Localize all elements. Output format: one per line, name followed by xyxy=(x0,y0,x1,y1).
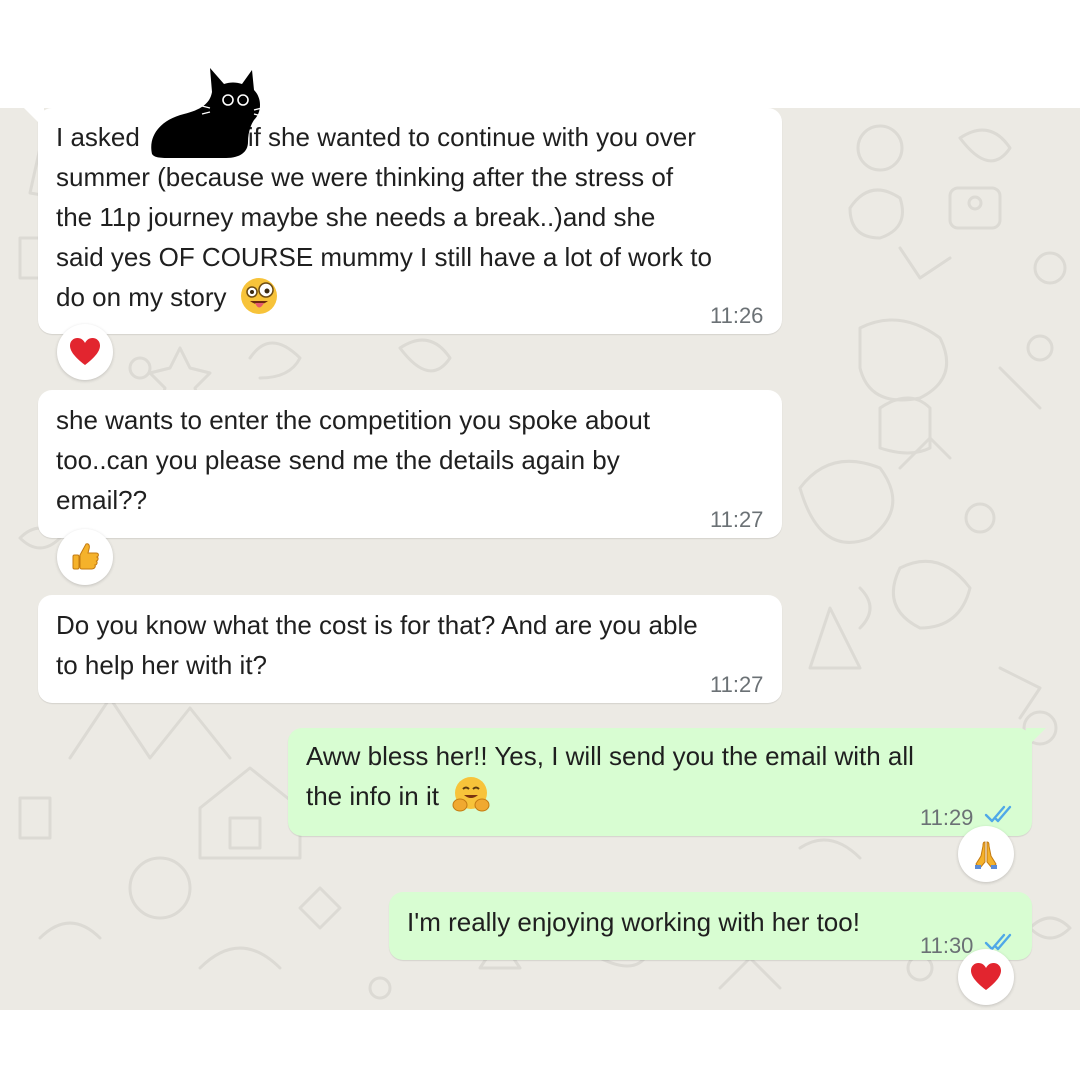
read-double-check-icon xyxy=(984,805,1012,823)
message-time: 11:26 xyxy=(710,303,764,328)
incoming-message-bubble[interactable]: Do you know what the cost is for that? A… xyxy=(38,595,782,703)
message-line: I asked xyxy=(56,122,140,152)
message-line: the 11p journey maybe she needs a break.… xyxy=(56,202,656,232)
message-line: do on my story xyxy=(56,282,227,312)
message-text: she wants to enter the competition you s… xyxy=(56,400,650,520)
message-time: 11:27 xyxy=(710,672,764,697)
zany-face-icon xyxy=(240,278,277,314)
bubble-tail xyxy=(1026,728,1046,748)
message-line: said yes OF COURSE mummy I still have a … xyxy=(56,242,712,272)
incoming-message-bubble[interactable]: she wants to enter the competition you s… xyxy=(38,390,782,538)
red-heart-icon xyxy=(971,963,1001,990)
message-text: Aww bless her!! Yes, I will send you the… xyxy=(306,736,914,816)
folded-hands-icon xyxy=(975,841,997,869)
message-text: I'm really enjoying working with her too… xyxy=(407,902,860,942)
message-line: to help her with it? xyxy=(56,650,268,680)
red-heart-icon xyxy=(70,338,100,365)
message-line: she wants to enter the competition you s… xyxy=(56,405,651,435)
outgoing-message-bubble[interactable]: Aww bless her!! Yes, I will send you the… xyxy=(288,728,1046,836)
message-line: email?? xyxy=(56,485,148,515)
message-time: 11:27 xyxy=(710,507,764,532)
message-text: Do you know what the cost is for that? A… xyxy=(56,605,698,685)
message-reaction[interactable] xyxy=(958,949,1014,1005)
black-cat-sticker-icon xyxy=(151,68,263,158)
chat-area: I asked if she wanted to continue with yo… xyxy=(0,108,1080,1010)
hugging-face-icon xyxy=(452,777,490,812)
message-line: summer (because we were thinking after t… xyxy=(56,162,674,192)
bubble-tail xyxy=(24,108,44,128)
message-time: 11:29 xyxy=(920,805,974,830)
message-reaction[interactable] xyxy=(57,529,113,585)
message-line: the info in it xyxy=(306,781,439,811)
message-line: I'm really enjoying working with her too… xyxy=(407,907,860,937)
outgoing-message-bubble[interactable]: I'm really enjoying working with her too… xyxy=(389,892,1032,960)
message-line: Do you know what the cost is for that? A… xyxy=(56,610,698,640)
message-reaction[interactable] xyxy=(57,324,113,380)
message-line: if she wanted to continue with you over xyxy=(247,122,696,152)
message-line: too..can you please send me the details … xyxy=(56,445,620,475)
message-line: Aww bless her!! Yes, I will send you the… xyxy=(306,741,914,771)
thumbs-up-icon xyxy=(72,543,99,570)
message-reaction[interactable] xyxy=(958,826,1014,882)
